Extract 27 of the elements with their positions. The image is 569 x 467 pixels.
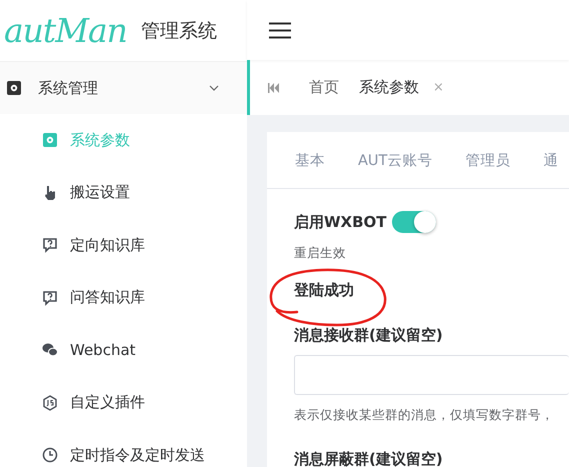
menu-item[interactable]: 问答知识库 (0, 272, 247, 324)
field-hint: 表示仅接收某些群的消息，仅填写数字群号， (294, 407, 555, 424)
chat-bubbles-icon (42, 342, 58, 358)
field-label: 消息屏蔽群(建议留空) (294, 450, 444, 467)
menu-item[interactable]: 自定义插件 (0, 376, 247, 429)
menu-item[interactable]: Webchat (0, 324, 247, 376)
menu-item[interactable]: 定向知识库 (0, 219, 247, 272)
question-bubble-icon (42, 290, 58, 306)
question-bubble-icon (42, 237, 58, 254)
field-label: 消息接收群(建议留空) (294, 326, 444, 345)
login-status: 登陆成功 (294, 281, 354, 299)
menu-item[interactable]: 定时指令及定时发送 (0, 429, 247, 467)
page-tab[interactable]: 首页 (299, 78, 349, 97)
switch-note: 重启生效 (294, 245, 347, 262)
switch-label: 启用WXBOT (294, 212, 387, 232)
menu-item[interactable]: 搬运设置 (0, 166, 247, 219)
toggle-switch[interactable] (392, 211, 436, 233)
page-tab[interactable]: 系统参数 × (349, 78, 454, 97)
hexagon-icon (42, 394, 58, 411)
logo-script: autMan (4, 11, 127, 50)
skip-back-icon[interactable] (268, 82, 279, 92)
pointing-hand-icon (42, 184, 58, 201)
app-title: 管理系统 (140, 18, 217, 44)
input-field[interactable] (294, 355, 569, 395)
clock-icon (42, 447, 58, 464)
menu-icon[interactable] (269, 22, 291, 38)
menu-group[interactable]: 系统管理 (0, 62, 247, 114)
